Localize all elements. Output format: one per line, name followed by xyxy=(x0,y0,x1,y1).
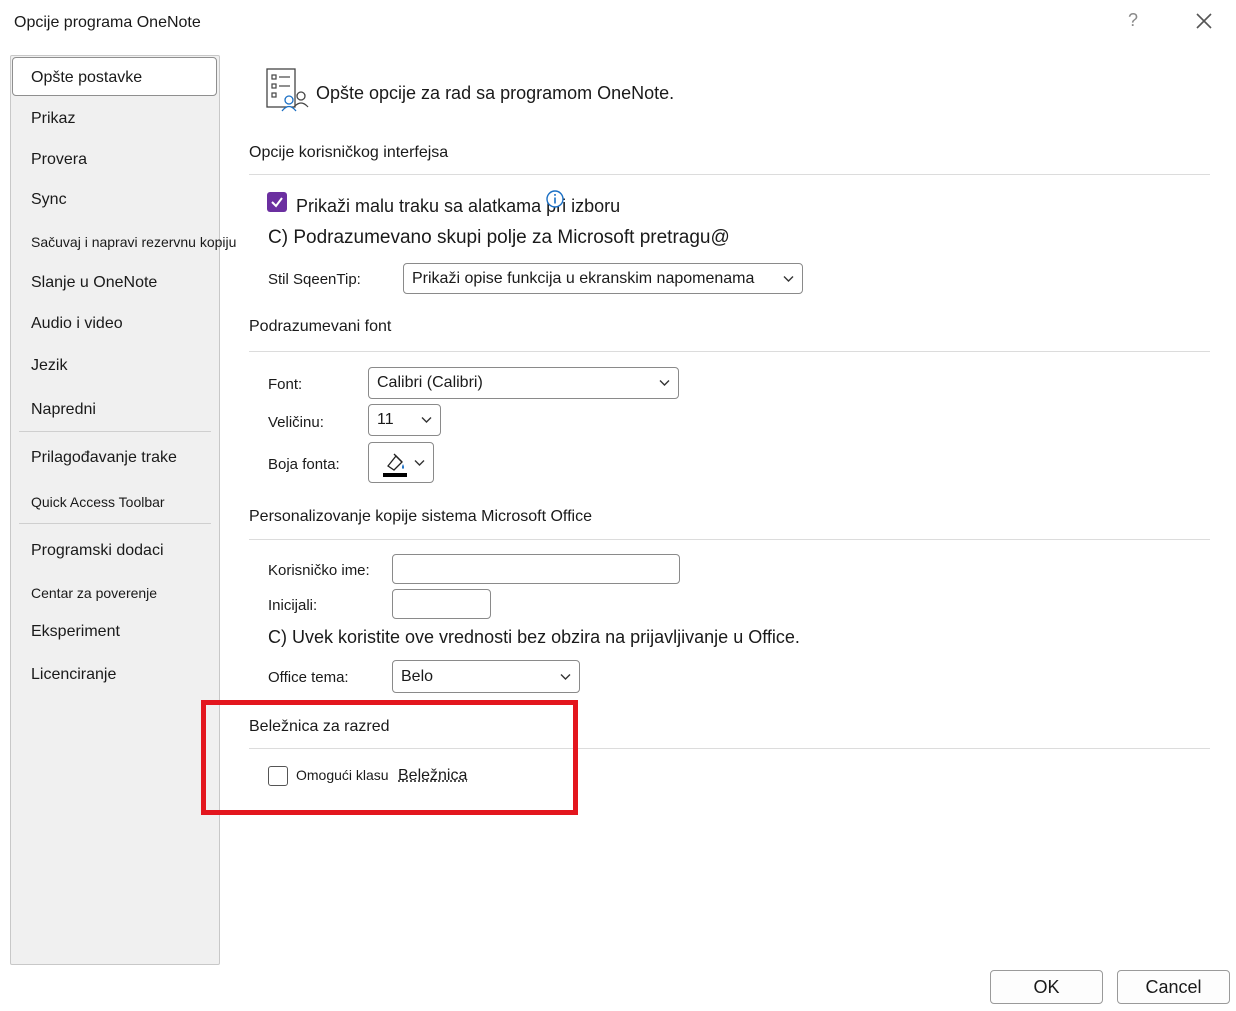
ui-options-title: Opcije korisničkog interfejsa xyxy=(249,144,449,161)
chevron-down-icon xyxy=(560,673,571,680)
font-value: Calibri (Calibri) xyxy=(377,374,483,391)
highlight-box xyxy=(201,700,578,815)
info-icon xyxy=(546,190,564,213)
always-use-values-option[interactable]: C) Uvek koristite ove vrednosti bez obzi… xyxy=(268,627,800,648)
font-dropdown[interactable]: Calibri (Calibri) xyxy=(368,367,679,399)
close-icon[interactable] xyxy=(1193,10,1215,32)
chevron-down-icon xyxy=(414,459,425,466)
sidebar-item-save-backup[interactable]: Sačuvaj i napravi rezervnu kopiju xyxy=(31,234,236,250)
initials-field[interactable] xyxy=(392,589,491,619)
section-divider xyxy=(249,351,1210,352)
sidebar-item-advanced[interactable]: Napredni xyxy=(31,401,96,419)
section-divider xyxy=(249,539,1210,540)
default-font-title: Podrazumevani font xyxy=(249,318,392,335)
sidebar-item-customize-ribbon[interactable]: Prilagođavanje trake xyxy=(31,449,177,467)
office-theme-label: Office tema: xyxy=(268,669,349,686)
sidebar-divider xyxy=(19,523,211,524)
chevron-down-icon xyxy=(783,275,794,282)
size-value: 11 xyxy=(377,411,394,428)
general-options-icon xyxy=(266,66,310,117)
sidebar-item-experiment[interactable]: Eksperiment xyxy=(31,623,120,641)
font-label: Font: xyxy=(268,376,303,393)
sidebar-item-add-ins[interactable]: Programski dodaci xyxy=(31,542,164,560)
username-label: Korisničko ime: xyxy=(268,562,370,579)
screentip-dropdown[interactable]: Prikaži opise funkcija u ekranskim napom… xyxy=(403,263,803,294)
sidebar-item-audio-video[interactable]: Audio i video xyxy=(31,315,123,333)
collapse-search-option[interactable]: C) Podrazumevano skupi polje za Microsof… xyxy=(268,227,730,249)
sidebar: Opšte postavke Prikaz Provera Sync Sačuv… xyxy=(10,55,236,965)
sidebar-item-sync[interactable]: Sync xyxy=(31,191,67,209)
sidebar-item-quick-access-toolbar[interactable]: Quick Access Toolbar xyxy=(31,494,165,510)
office-theme-dropdown[interactable]: Belo xyxy=(392,660,580,693)
sidebar-item-proofing[interactable]: Provera xyxy=(31,151,87,169)
sidebar-item-licensing[interactable]: Licenciranje xyxy=(31,666,116,684)
size-label: Veličinu: xyxy=(268,414,324,431)
sidebar-item-trust-center[interactable]: Centar za poverenje xyxy=(31,585,157,601)
screentip-label: Stil SqeenTip: xyxy=(268,271,361,288)
screentip-value: Prikaži opise funkcija u ekranskim napom… xyxy=(412,269,755,287)
page-title: Opšte opcije za rad sa programom OneNote… xyxy=(316,83,675,103)
window-title: Opcije programa OneNote xyxy=(14,14,201,31)
size-dropdown[interactable]: 11 xyxy=(368,404,441,436)
username-field[interactable] xyxy=(392,554,680,584)
office-theme-value: Belo xyxy=(401,667,434,685)
sidebar-divider xyxy=(19,431,211,432)
sidebar-item-language[interactable]: Jezik xyxy=(31,357,67,375)
sidebar-item-display[interactable]: Prikaz xyxy=(31,110,75,128)
cancel-button[interactable]: Cancel xyxy=(1117,970,1230,1004)
initials-label: Inicijali: xyxy=(268,597,318,614)
chevron-down-icon xyxy=(421,417,432,423)
ok-button[interactable]: OK xyxy=(990,970,1103,1004)
sidebar-item-general[interactable]: Opšte postavke xyxy=(12,57,217,96)
chevron-down-icon xyxy=(659,380,670,386)
personalize-office-title: Personalizovanje kopije sistema Microsof… xyxy=(249,508,592,525)
section-divider xyxy=(249,174,1210,175)
font-color-icon xyxy=(383,453,407,477)
font-color-label: Boja fonta: xyxy=(268,456,340,473)
sidebar-item-send-to-onenote[interactable]: Slanje u OneNote xyxy=(31,274,157,292)
font-color-picker[interactable] xyxy=(368,442,434,483)
mini-toolbar-label: Prikaži malu traku sa alatkama pri izbor… xyxy=(296,196,621,216)
help-icon[interactable]: ? xyxy=(1128,10,1138,31)
mini-toolbar-checkbox[interactable] xyxy=(267,192,287,212)
